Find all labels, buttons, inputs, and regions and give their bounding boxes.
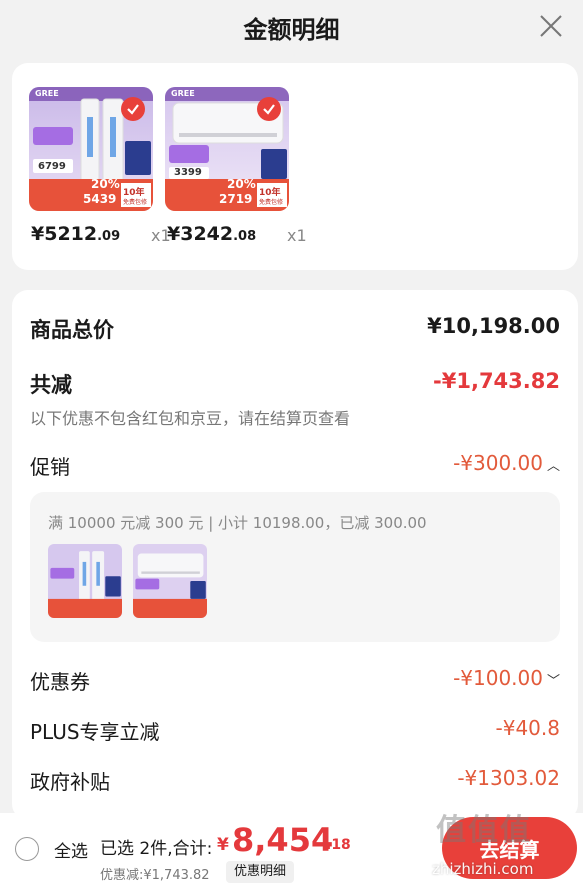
thumb-promo-text: 20% [91, 177, 120, 191]
bottom-checkout-bar: 全选 已选 2件,合计: ¥ 8,454 .18 优惠减:¥1,743.82 优… [0, 813, 583, 891]
product-item[interactable]: GREE 6799 20% 5439 10年 免费包修 ¥5212.09 x1 [29, 87, 171, 245]
total-price-row: 商品总价 ¥10,198.00 [30, 314, 560, 344]
coupon-label: 优惠券 [30, 670, 90, 694]
product-item[interactable]: GREE 3399 20% 2719 10年 免费包修 ¥3242.08 x1 [165, 87, 307, 245]
page-title: 金额明细 [243, 16, 340, 44]
total-reduce-value: -¥1,743.82 [433, 369, 560, 393]
thumb-badge-sub: 免费包修 [123, 199, 148, 206]
reduce-note: 以下优惠不包含红包和京豆，请在结算页查看 [30, 409, 351, 428]
total-amount-decimal: .18 [326, 837, 351, 853]
thumb-badge-sub: 免费包修 [259, 199, 284, 206]
select-all-radio[interactable] [15, 837, 39, 861]
total-amount: 8,454 [232, 821, 334, 859]
check-icon [257, 97, 281, 121]
product-image: GREE 3399 20% 2719 10年 免费包修 [165, 87, 289, 211]
chevron-down-icon[interactable]: ﹀ [547, 674, 560, 689]
total-currency: ¥ [217, 835, 229, 855]
gov-subsidy-row: 政府补贴 -¥1303.02 [30, 766, 560, 796]
promo-detail-box: 满 10000 元减 300 元 | 小计 10198.00，已减 300.00 [30, 492, 560, 642]
total-price-value: ¥10,198.00 [427, 314, 560, 338]
discount-summary: 优惠减:¥1,743.82 [100, 868, 210, 883]
promo-row[interactable]: 促销 -¥300.00 ︿ [30, 451, 560, 481]
thumb-price-tag: 3399 [174, 167, 202, 178]
selected-count: 已选 2件,合计: [100, 839, 213, 859]
discount-detail-button[interactable]: 优惠明细 [226, 861, 295, 883]
total-reduce-row: 共减 -¥1,743.82 [30, 369, 560, 399]
thumb-bottom-price: 2719 [219, 192, 253, 206]
product-qty: x1 [287, 226, 307, 245]
chevron-up-icon[interactable]: ︿ [547, 459, 560, 474]
plus-reduce-label: PLUS专享立减 [30, 720, 160, 744]
thumb-bottom-price: 5439 [83, 192, 117, 206]
promo-product-image [48, 544, 122, 618]
coupon-row[interactable]: 优惠券 -¥100.00 ﹀ [30, 666, 560, 696]
product-image: GREE 6799 20% 5439 10年 免费包修 [29, 87, 153, 211]
coupon-value: -¥100.00 [453, 666, 543, 690]
products-card: GREE 6799 20% 5439 10年 免费包修 ¥5212.09 x1 [12, 63, 578, 270]
thumb-price-tag: 6799 [38, 161, 66, 172]
promo-product-image [133, 544, 207, 618]
plus-reduce-value: -¥40.8 [495, 716, 560, 740]
checkout-button[interactable]: 去结算 [442, 817, 577, 879]
amount-details-card: 商品总价 ¥10,198.00 共减 -¥1,743.82 以下优惠不包含红包和… [12, 290, 578, 820]
plus-reduce-row: PLUS专享立减 -¥40.8 [30, 716, 560, 746]
check-icon [121, 97, 145, 121]
gov-subsidy-value: -¥1303.02 [457, 766, 560, 790]
promo-value: -¥300.00 [453, 451, 543, 475]
brand-logo: GREE [171, 89, 195, 98]
brand-logo: GREE [35, 89, 59, 98]
product-price: ¥3242.08 [167, 223, 257, 245]
promo-description: 满 10000 元减 300 元 | 小计 10198.00，已减 300.00 [48, 514, 427, 532]
product-price: ¥5212.09 [31, 223, 121, 245]
total-price-label: 商品总价 [30, 318, 114, 342]
close-icon[interactable] [537, 12, 565, 40]
gov-subsidy-label: 政府补贴 [30, 770, 110, 794]
total-reduce-label: 共减 [30, 373, 72, 397]
select-all-label[interactable]: 全选 [54, 837, 88, 862]
thumb-promo-text: 20% [227, 177, 256, 191]
promo-label: 促销 [30, 455, 70, 479]
header: 金额明细 [0, 0, 583, 52]
